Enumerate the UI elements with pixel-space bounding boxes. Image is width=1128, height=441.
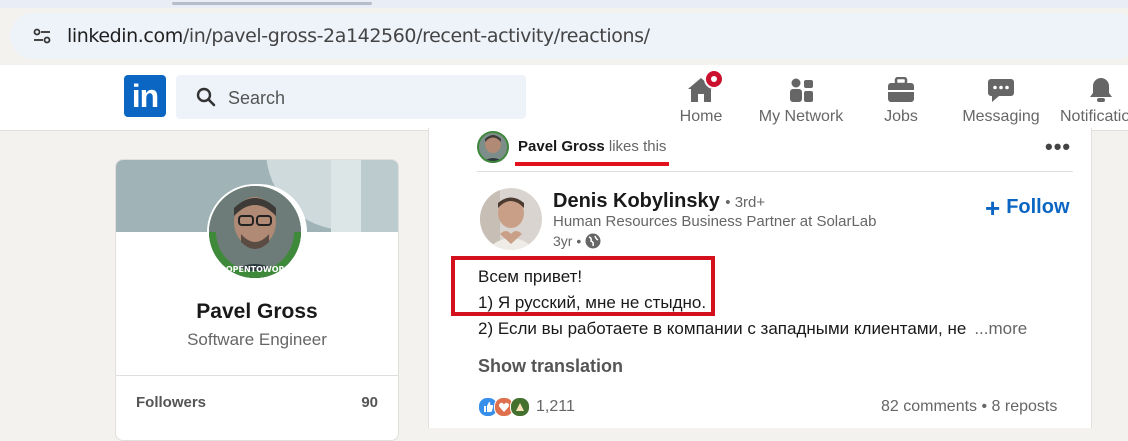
author-headline: Human Resources Business Partner at Sola…: [553, 213, 877, 230]
follow-button[interactable]: + Follow: [985, 192, 1070, 223]
nav-notifications[interactable]: Notifications: [1060, 71, 1128, 127]
briefcase-icon: [887, 71, 915, 103]
site-info-icon[interactable]: [26, 20, 58, 52]
highlight-box: [451, 256, 715, 316]
avatar-photo: #OPENTOWORK: [209, 186, 301, 278]
linkedin-logo[interactable]: in: [124, 75, 166, 117]
nav-my-network[interactable]: My Network: [758, 71, 844, 127]
comments-reposts-count[interactable]: 82 comments • 8 reposts: [881, 398, 1057, 416]
followers-label[interactable]: Followers: [136, 394, 206, 411]
linkedin-header: in Home My Network: [0, 65, 1128, 131]
reactions-count: 1,211: [536, 398, 575, 415]
people-icon: [787, 71, 815, 103]
highlight-underline: [515, 162, 669, 166]
post-meta: 3yr •: [553, 233, 601, 249]
activity-action: likes this: [608, 138, 667, 155]
logo-text: in: [131, 77, 159, 114]
see-more-link[interactable]: ...more: [974, 319, 1027, 338]
post-line: 2) Если вы работаете в компании с западн…: [478, 319, 967, 338]
more-options-icon[interactable]: •••: [1045, 134, 1071, 160]
activity-divider: [477, 171, 1073, 172]
url-domain: linkedin.com: [67, 25, 183, 47]
profile-avatar[interactable]: #OPENTOWORK: [207, 184, 307, 284]
post-time: 3yr •: [553, 233, 582, 249]
follow-label: Follow: [1006, 196, 1070, 218]
nav-jobs-label: Jobs: [884, 108, 918, 125]
bell-icon: [1060, 71, 1128, 103]
profile-card: #OPENTOWORK Pavel Gross Software Enginee…: [115, 159, 399, 441]
plus-icon: +: [985, 192, 1001, 223]
profile-divider: [116, 375, 398, 376]
author-name[interactable]: Denis Kobylinsky: [553, 190, 720, 212]
followers-count: 90: [361, 394, 378, 411]
search-bar[interactable]: [176, 75, 526, 119]
address-bar[interactable]: linkedin.com/in/pavel-gross-2a142560/rec…: [10, 13, 1128, 59]
reactions-summary[interactable]: 1,211: [478, 397, 575, 417]
nav-jobs[interactable]: Jobs: [880, 71, 922, 127]
show-translation-button[interactable]: Show translation: [478, 356, 623, 377]
active-tab-indicator: [172, 2, 372, 5]
url-text[interactable]: linkedin.com/in/pavel-gross-2a142560/rec…: [67, 25, 650, 47]
browser-tab-strip: [0, 0, 1128, 8]
activity-post-card: Pavel Gross likes this ••• Denis Kobylin…: [428, 128, 1092, 428]
url-path: /in/pavel-gross-2a142560/recent-activity…: [182, 25, 650, 47]
author-avatar[interactable]: [480, 188, 542, 250]
celebrate-icon: [510, 397, 530, 417]
globe-icon: [585, 233, 601, 249]
home-icon: [687, 69, 724, 103]
author-name-line: Denis Kobylinsky • 3rd+: [553, 190, 765, 213]
search-input[interactable]: [226, 83, 510, 113]
actor-name[interactable]: Pavel Gross: [518, 138, 605, 155]
activity-header: Pavel Gross likes this: [518, 138, 666, 155]
nav-home[interactable]: Home: [679, 69, 724, 127]
profile-name[interactable]: Pavel Gross: [116, 300, 398, 324]
nav-messaging-label: Messaging: [962, 108, 1040, 125]
search-icon: [196, 87, 216, 107]
nav-messaging[interactable]: Messaging: [962, 71, 1040, 127]
nav-notifications-label: Notifications: [1060, 108, 1128, 125]
profile-headline: Software Engineer: [187, 330, 327, 349]
actor-avatar[interactable]: [477, 131, 509, 163]
chat-icon: [987, 71, 1015, 103]
connection-degree: • 3rd+: [725, 194, 766, 211]
nav-home-label: Home: [679, 108, 723, 125]
svg-text:#OPENTOWORK: #OPENTOWORK: [219, 265, 292, 274]
notification-badge: [704, 69, 724, 89]
nav-my-network-label: My Network: [758, 108, 844, 125]
